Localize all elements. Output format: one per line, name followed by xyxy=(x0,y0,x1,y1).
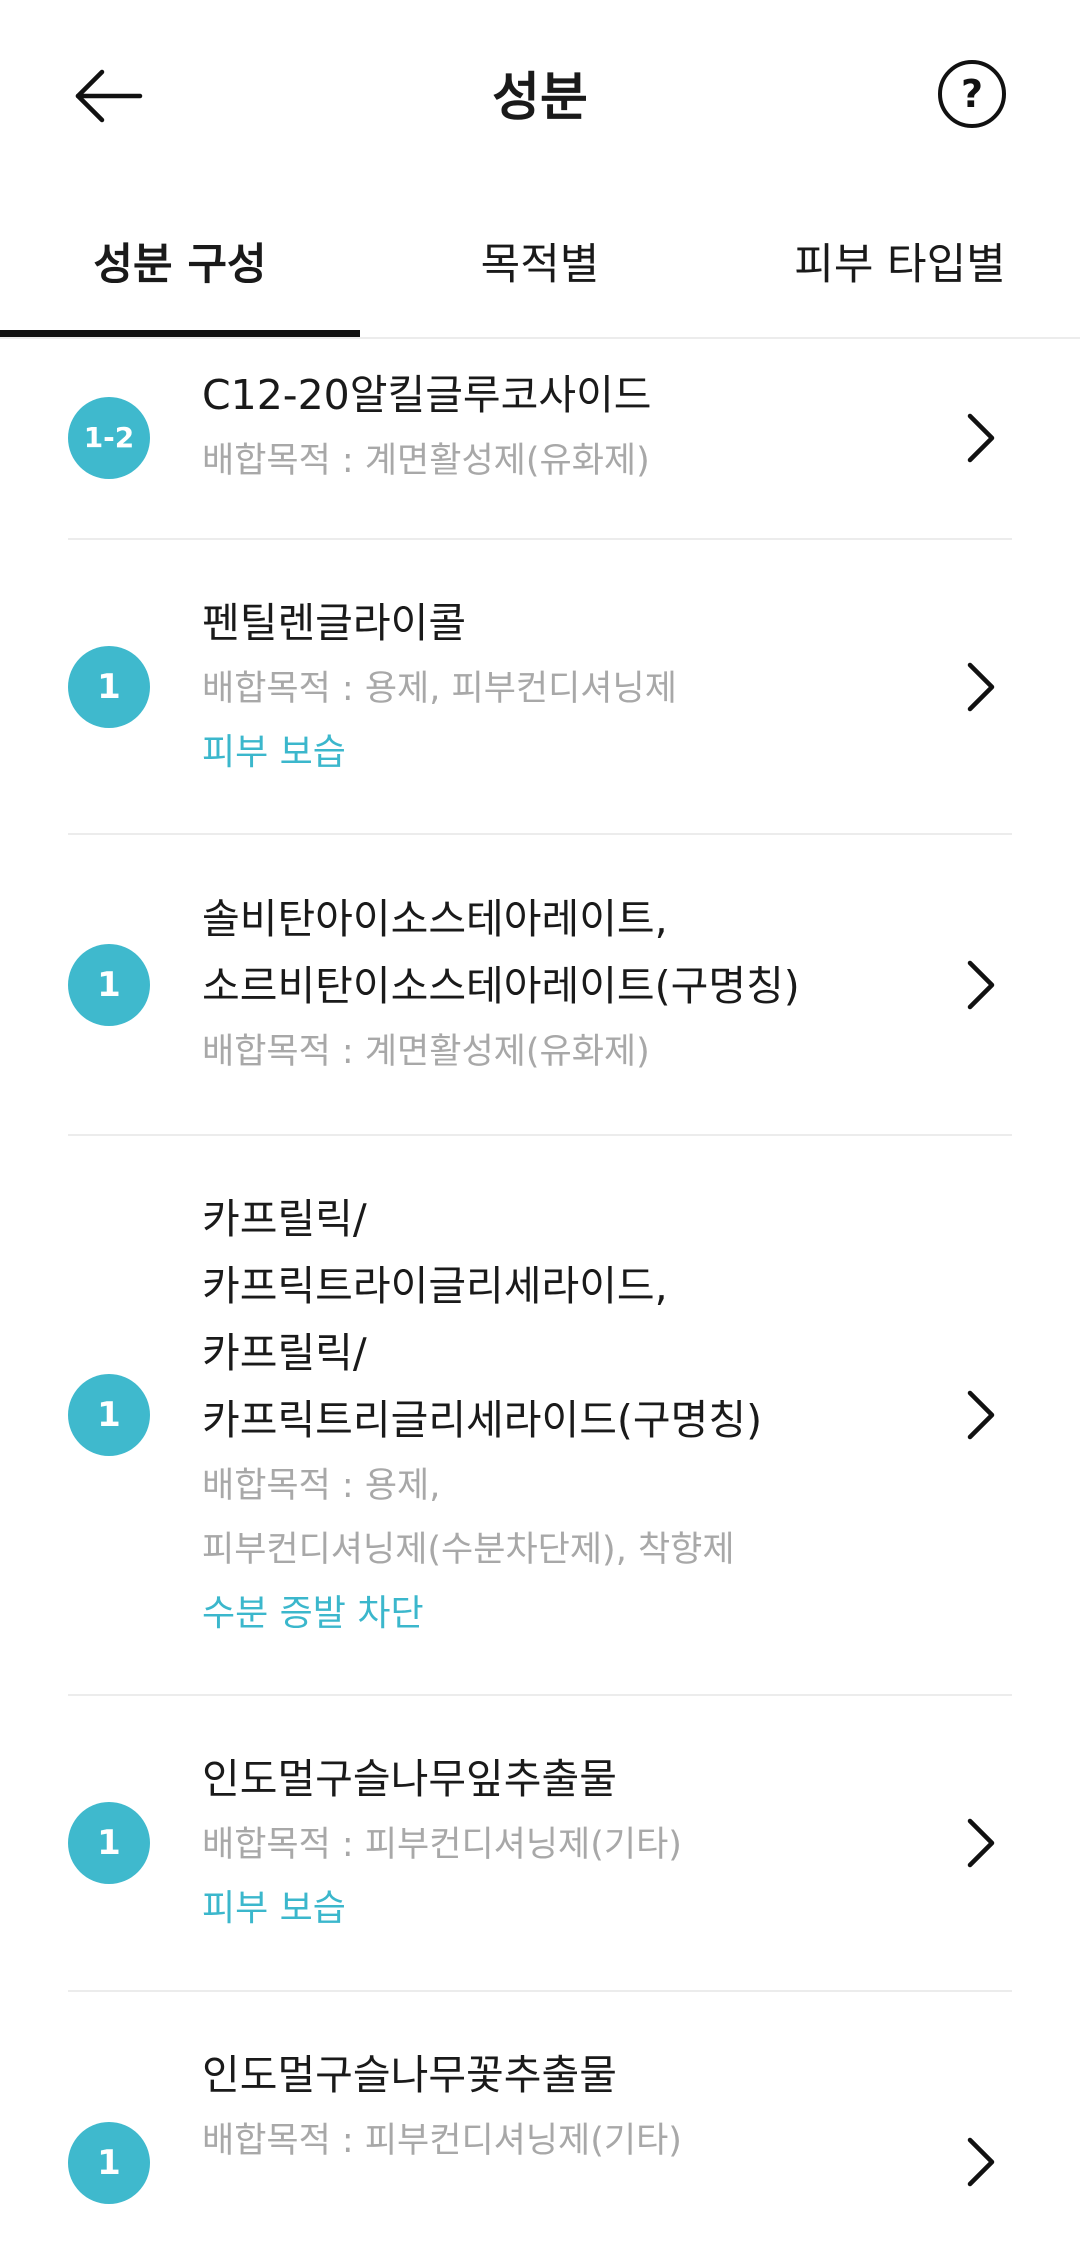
grade-badge: 1 xyxy=(68,1802,150,1884)
ingredient-info: 펜틸렌글라이콜 배합목적 : 용제, 피부컨디셔닝제 피부 보습 xyxy=(202,590,902,785)
ingredient-name: 펜틸렌글라이콜 xyxy=(202,599,467,647)
ingredient-purpose: 배합목적 : 계면활성제(유화제) xyxy=(202,1032,650,1072)
ingredient-info: 인도멀구슬나무꽃추출물 배합목적 : 피부컨디셔닝제(기타) xyxy=(202,2042,902,2173)
ingredient-row[interactable]: 1-2 C12-20알킬글루코사이드 배합목적 : 계면활성제(유화제) xyxy=(68,338,1012,540)
ingredient-purpose: 배합목적 : 피부컨디셔닝제(기타) xyxy=(202,2121,682,2161)
tab-ingredient-composition[interactable]: 성분 구성 xyxy=(0,225,360,333)
ingredient-purpose: 배합목적 : 용제, 피부컨디셔닝제 xyxy=(202,669,677,709)
grade-badge: 1-2 xyxy=(68,397,150,479)
effect-tag: 피부 보습 xyxy=(202,1888,346,1929)
ingredient-row[interactable]: 1 솔비탄아이소스테아레이트, 소르비탄이소스테아레이트(구명칭) 배합목적 :… xyxy=(68,835,1012,1136)
ingredient-purpose-line: 배합목적 : 용제, xyxy=(202,1466,441,1506)
page-title: 성분 xyxy=(492,68,588,128)
svg-text:?: ? xyxy=(961,72,983,116)
question-circle-icon: ? xyxy=(938,60,1006,128)
grade-badge: 1 xyxy=(68,1374,150,1456)
ingredient-name: 인도멀구슬나무잎추출물 xyxy=(202,1755,617,1803)
grade-badge: 1 xyxy=(68,645,150,728)
ingredient-info: C12-20알킬글루코사이드 배합목적 : 계면활성제(유화제) xyxy=(202,362,902,493)
ingredient-name-line: 소르비탄이소스테아레이트(구명칭) xyxy=(202,962,800,1010)
effect-tag: 수분 증발 차단 xyxy=(202,1593,424,1634)
grade-badge: 1 xyxy=(68,2122,150,2204)
ingredient-row[interactable]: 1 펜틸렌글라이콜 배합목적 : 용제, 피부컨디셔닝제 피부 보습 xyxy=(68,540,1012,835)
tab-by-skin-type[interactable]: 피부 타입별 xyxy=(720,225,1080,333)
ingredient-name: 인도멀구슬나무꽃추출물 xyxy=(202,2051,617,2099)
ingredient-info: 솔비탄아이소스테아레이트, 소르비탄이소스테아레이트(구명칭) 배합목적 : 계… xyxy=(202,886,902,1084)
chevron-right-icon xyxy=(967,960,995,1009)
tab-bar: 성분 구성 목적별 피부 타입별 xyxy=(0,225,1080,339)
grade-badge: 1 xyxy=(68,943,150,1026)
ingredient-purpose: 배합목적 : 계면활성제(유화제) xyxy=(202,441,650,481)
ingredient-purpose-line: 피부컨디셔닝제(수분차단제), 착향제 xyxy=(202,1530,735,1570)
chevron-right-icon xyxy=(967,662,995,711)
ingredient-name-line: 솔비탄아이소스테아레이트, xyxy=(202,895,668,943)
help-button[interactable]: ? xyxy=(936,58,1008,130)
app-header: 성분 ? xyxy=(0,0,1080,190)
chevron-right-icon xyxy=(967,1818,995,1868)
active-tab-indicator xyxy=(0,330,360,337)
ingredient-row[interactable]: 1 카프릴릭/ 카프릭트라이글리세라이드, 카프릴릭/ 카프릭트리글리세라이드(… xyxy=(68,1136,1012,1696)
ingredient-list: 1-2 C12-20알킬글루코사이드 배합목적 : 계면활성제(유화제) 1 펜… xyxy=(0,338,1080,2252)
chevron-right-icon xyxy=(967,1390,995,1440)
ingredient-purpose: 배합목적 : 피부컨디셔닝제(기타) xyxy=(202,1825,682,1865)
ingredient-name-line: 카프릴릭/ xyxy=(202,1329,367,1377)
tab-by-purpose[interactable]: 목적별 xyxy=(360,225,720,333)
chevron-right-icon xyxy=(967,413,995,463)
chevron-right-icon xyxy=(967,2137,995,2187)
ingredient-name-line: 카프릭트리글리세라이드(구명칭) xyxy=(202,1396,763,1444)
ingredient-name-line: 카프릴릭/ xyxy=(202,1195,367,1243)
ingredient-row[interactable]: 1 인도멀구슬나무잎추출물 배합목적 : 피부컨디셔닝제(기타) 피부 보습 xyxy=(68,1696,1012,1992)
ingredient-info: 인도멀구슬나무잎추출물 배합목적 : 피부컨디셔닝제(기타) 피부 보습 xyxy=(202,1746,902,1941)
ingredient-info: 카프릴릭/ 카프릭트라이글리세라이드, 카프릴릭/ 카프릭트리글리세라이드(구명… xyxy=(202,1186,902,1646)
ingredient-name-line: 카프릭트라이글리세라이드, xyxy=(202,1262,668,1310)
ingredient-name: C12-20알킬글루코사이드 xyxy=(202,371,652,419)
effect-tag: 피부 보습 xyxy=(202,732,346,773)
ingredient-row[interactable]: 1 인도멀구슬나무꽃추출물 배합목적 : 피부컨디셔닝제(기타) xyxy=(68,1992,1012,2252)
